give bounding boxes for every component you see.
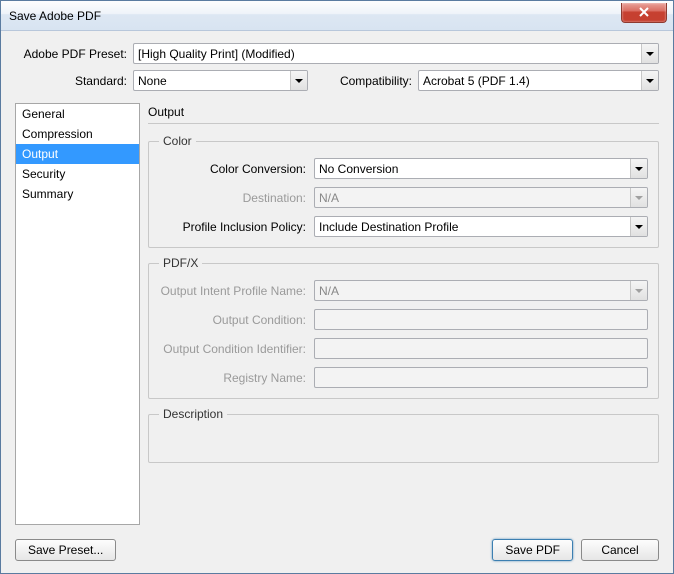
- chevron-down-icon[interactable]: [630, 217, 647, 236]
- registry-name-input: [314, 367, 648, 388]
- color-conversion-combo[interactable]: [314, 158, 648, 179]
- chevron-down-icon: [630, 281, 647, 300]
- sidebar-item-summary[interactable]: Summary: [16, 184, 139, 204]
- color-legend: Color: [159, 134, 196, 148]
- output-panel: Output Color Color Conversion:: [148, 103, 659, 525]
- policy-label: Profile Inclusion Policy:: [159, 220, 314, 234]
- pdfx-legend: PDF/X: [159, 256, 202, 270]
- destination-label: Destination:: [159, 191, 314, 205]
- description-legend: Description: [159, 407, 227, 421]
- chevron-down-icon[interactable]: [630, 159, 647, 178]
- standard-label: Standard:: [15, 74, 127, 88]
- close-button[interactable]: [621, 3, 667, 23]
- main-area: General Compression Output Security Summ…: [15, 103, 659, 525]
- panel-title: Output: [148, 103, 659, 124]
- preset-row: Adobe PDF Preset:: [15, 43, 659, 64]
- description-group: Description: [148, 407, 659, 463]
- standard-compat-row: Standard: Compatibility:: [15, 70, 659, 91]
- destination-input: [314, 187, 648, 208]
- chevron-down-icon[interactable]: [641, 44, 658, 63]
- sidebar-item-security[interactable]: Security: [16, 164, 139, 184]
- window-title: Save Adobe PDF: [9, 9, 101, 23]
- chevron-down-icon[interactable]: [290, 71, 307, 90]
- preset-label: Adobe PDF Preset:: [15, 47, 127, 61]
- output-condition-label: Output Condition:: [159, 313, 314, 327]
- output-condition-id-input: [314, 338, 648, 359]
- standard-input[interactable]: [133, 70, 308, 91]
- cancel-button[interactable]: Cancel: [581, 539, 659, 561]
- preset-combo[interactable]: [133, 43, 659, 64]
- policy-combo[interactable]: [314, 216, 648, 237]
- save-pdf-button[interactable]: Save PDF: [492, 539, 573, 561]
- color-conversion-label: Color Conversion:: [159, 162, 314, 176]
- dialog-body: Adobe PDF Preset: Standard: Compatibilit…: [1, 31, 673, 573]
- color-group: Color Color Conversion: Destination:: [148, 134, 659, 248]
- pdfx-group: PDF/X Output Intent Profile Name: Output…: [148, 256, 659, 399]
- intent-input: [314, 280, 648, 301]
- output-condition-id-label: Output Condition Identifier:: [159, 342, 314, 356]
- color-conversion-input[interactable]: [314, 158, 648, 179]
- close-icon: [638, 7, 650, 17]
- output-condition-input: [314, 309, 648, 330]
- save-preset-button[interactable]: Save Preset...: [15, 539, 116, 561]
- compat-label: Compatibility:: [332, 74, 412, 88]
- registry-name-label: Registry Name:: [159, 371, 314, 385]
- policy-input[interactable]: [314, 216, 648, 237]
- intent-label: Output Intent Profile Name:: [159, 284, 314, 298]
- chevron-down-icon[interactable]: [641, 71, 658, 90]
- compat-combo[interactable]: [418, 70, 659, 91]
- save-pdf-dialog: Save Adobe PDF Adobe PDF Preset: Standar…: [0, 0, 674, 574]
- sidebar-item-general[interactable]: General: [16, 104, 139, 124]
- chevron-down-icon: [630, 188, 647, 207]
- intent-combo: [314, 280, 648, 301]
- compat-input[interactable]: [418, 70, 659, 91]
- titlebar: Save Adobe PDF: [1, 1, 673, 31]
- sidebar-item-output[interactable]: Output: [16, 144, 139, 164]
- footer: Save Preset... Save PDF Cancel: [15, 531, 659, 561]
- sidebar-item-compression[interactable]: Compression: [16, 124, 139, 144]
- destination-combo: [314, 187, 648, 208]
- preset-input[interactable]: [133, 43, 659, 64]
- standard-combo[interactable]: [133, 70, 308, 91]
- category-sidebar: General Compression Output Security Summ…: [15, 103, 140, 525]
